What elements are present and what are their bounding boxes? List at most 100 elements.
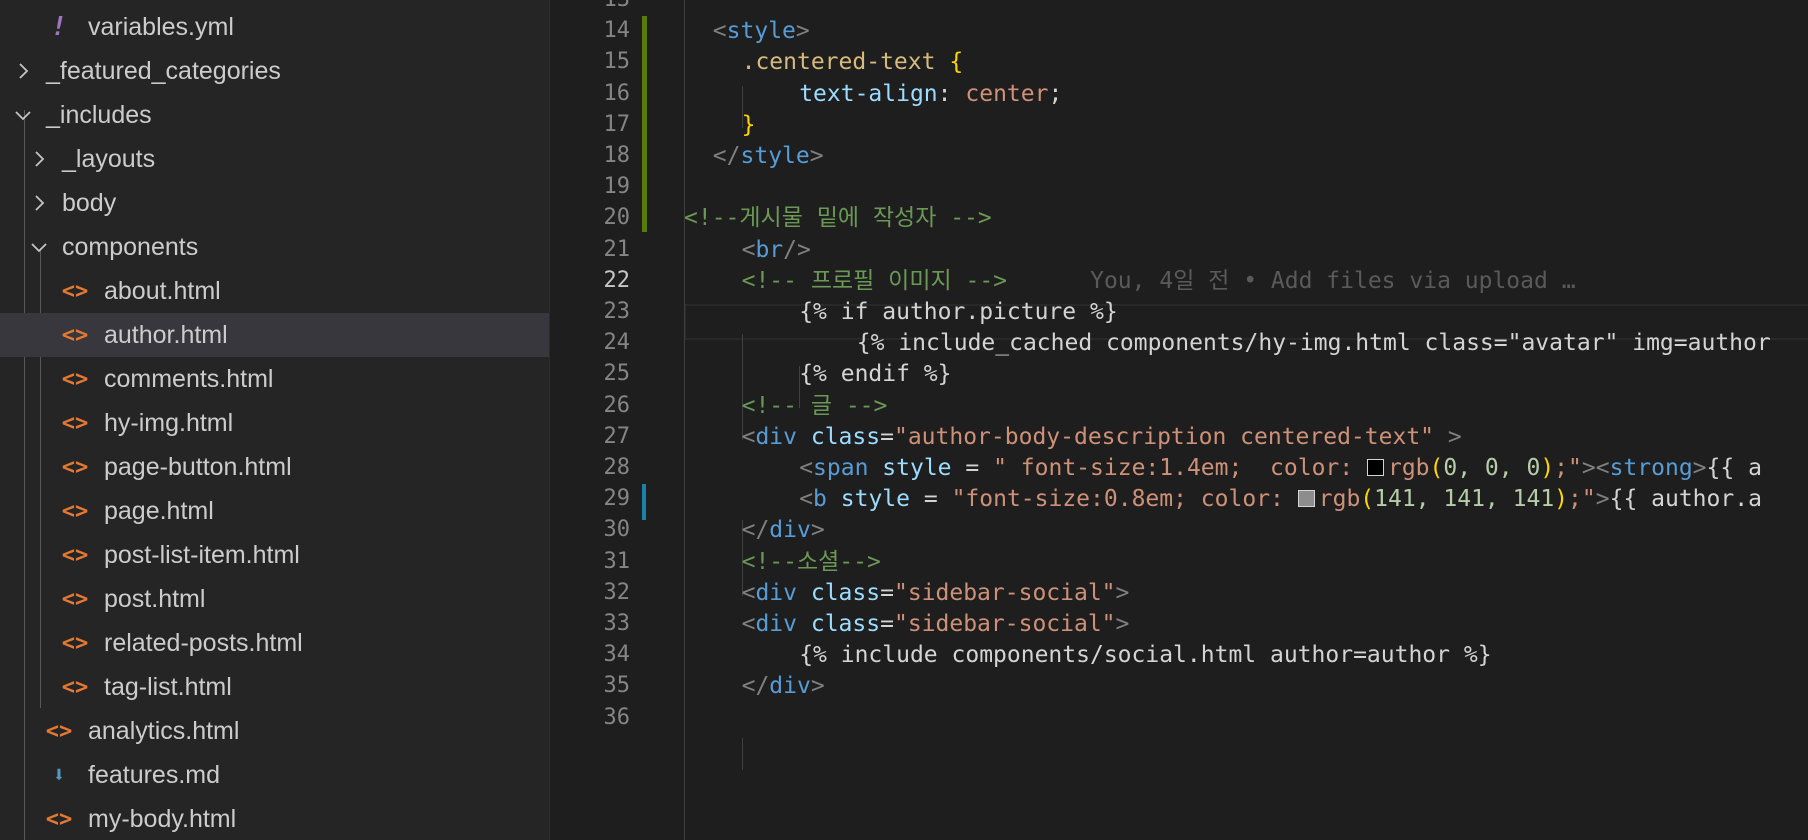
tree-item-label: post.html: [104, 584, 206, 613]
code-token: </: [741, 673, 770, 700]
code-token: =: [951, 455, 994, 481]
html-icon: <>: [61, 586, 89, 612]
code-token: <: [799, 455, 814, 481]
code-line[interactable]: {% include_cached components/hy-img.html…: [857, 325, 1771, 361]
code-token: "font-size:0.8em; color:: [951, 486, 1298, 513]
folder-item[interactable]: _layouts: [0, 137, 549, 181]
code-token: rgb: [1387, 455, 1430, 481]
tree-item-label: _layouts: [62, 144, 156, 173]
tree-item-label: page-button.html: [104, 452, 292, 481]
code-token: <: [741, 236, 756, 263]
code-token: div: [769, 673, 811, 700]
code-token: />: [783, 236, 811, 263]
tree-item-label: author.html: [104, 320, 228, 349]
file-item[interactable]: <> analytics.html: [0, 709, 549, 753]
code-line[interactable]: <!--게시물 밑에 작성자 -->: [684, 200, 992, 236]
file-item[interactable]: <> related-posts.html: [0, 621, 549, 665]
html-icon: <>: [61, 454, 89, 480]
file-item[interactable]: <> post.html: [0, 577, 549, 621]
code-token: ><: [1581, 455, 1610, 481]
html-icon: <>: [61, 630, 89, 656]
tree-item-label: features.md: [88, 760, 221, 789]
folder-item[interactable]: _featured_categories: [0, 49, 549, 93]
code-line[interactable]: {% include components/social.html author…: [799, 637, 1491, 673]
code-token: </: [712, 143, 741, 169]
folder-item[interactable]: body: [0, 181, 549, 225]
code-token: >: [810, 673, 825, 700]
code-token: ;": [1568, 486, 1596, 513]
line-number: 36: [603, 704, 631, 730]
file-item[interactable]: ⬇ features.md: [0, 753, 549, 797]
code-token: br: [755, 236, 784, 263]
file-item[interactable]: <> author.html: [0, 313, 549, 357]
folder-item[interactable]: _includes: [0, 93, 549, 137]
code-token: :: [937, 80, 966, 107]
file-item[interactable]: <> post-list-item.html: [0, 533, 549, 577]
code-token: (: [1429, 455, 1444, 481]
color-swatch[interactable]: [1297, 490, 1315, 508]
tree-item-label: my-body.html: [88, 804, 237, 833]
code-token: <: [741, 423, 756, 450]
git-added-gutter-mark: [642, 16, 647, 232]
file-explorer: ! variables.yml _featured_categories _inclu…: [0, 0, 550, 840]
code-line[interactable]: </style>: [713, 138, 824, 174]
code-token: style: [740, 143, 810, 169]
tree-item-label: related-posts.html: [104, 628, 303, 657]
code-token: style: [882, 455, 952, 481]
chevron-right-icon[interactable]: [12, 60, 34, 82]
code-token: center: [965, 80, 1049, 107]
file-item[interactable]: <> tag-list.html: [0, 665, 549, 709]
code-token: strong: [1609, 455, 1693, 481]
code-token: >: [1115, 611, 1130, 637]
file-item[interactable]: <> hy-img.html: [0, 401, 549, 445]
tree-item-label: components: [62, 232, 199, 261]
code-token: }: [741, 111, 756, 138]
code-token: text-align: [799, 80, 938, 107]
tree-item-label: about.html: [104, 276, 221, 305]
file-item[interactable]: ! variables.yml: [0, 5, 549, 49]
color-swatch[interactable]: [1366, 459, 1384, 476]
code-token: "sidebar-social": [893, 579, 1116, 606]
code-editor[interactable]: 1314<style>15.centered-text {16text-alig…: [550, 0, 1808, 840]
code-token: <!--게시물 밑에 작성자 -->: [684, 205, 992, 232]
chevron-right-icon[interactable]: [28, 192, 50, 214]
code-token: div: [755, 579, 797, 606]
chevron-down-icon[interactable]: [28, 236, 50, 258]
code-token: style: [726, 18, 796, 45]
code-token: div: [769, 517, 811, 544]
tree-item-label: _includes: [46, 100, 152, 129]
code-token: ): [1540, 455, 1555, 481]
code-token: >: [1447, 423, 1462, 450]
file-item[interactable]: <> page.html: [0, 489, 549, 533]
code-token: ;": [1554, 455, 1582, 481]
html-icon: <>: [61, 542, 89, 568]
folder-item[interactable]: components: [0, 225, 549, 269]
code-token: <: [712, 18, 727, 45]
code-token: >: [1595, 486, 1610, 513]
tree-item-label: page.html: [104, 496, 214, 525]
chevron-down-icon[interactable]: [12, 104, 34, 126]
file-item[interactable]: <> about.html: [0, 269, 549, 313]
html-icon: <>: [61, 278, 89, 304]
file-item[interactable]: <> page-button.html: [0, 445, 549, 489]
code-line[interactable]: text-align: center;: [799, 76, 1062, 112]
code-line[interactable]: </div>: [742, 668, 825, 704]
code-token: <: [741, 579, 756, 606]
code-token: "author-body-description centered-text": [893, 423, 1435, 450]
html-icon: <>: [45, 806, 73, 832]
code-token: >: [810, 517, 825, 544]
chevron-right-icon[interactable]: [28, 148, 50, 170]
file-item[interactable]: <> comments.html: [0, 357, 549, 401]
tree-item-label: variables.yml: [88, 12, 234, 41]
code-token: <!--소셜-->: [741, 548, 881, 575]
code-token: span: [813, 455, 869, 481]
file-item[interactable]: <> my-body.html: [0, 797, 549, 840]
code-token: class: [810, 579, 881, 606]
code-line[interactable]: <b style = "font-size:0.8em; color: rgb(…: [799, 481, 1762, 517]
code-token: b: [813, 486, 827, 513]
